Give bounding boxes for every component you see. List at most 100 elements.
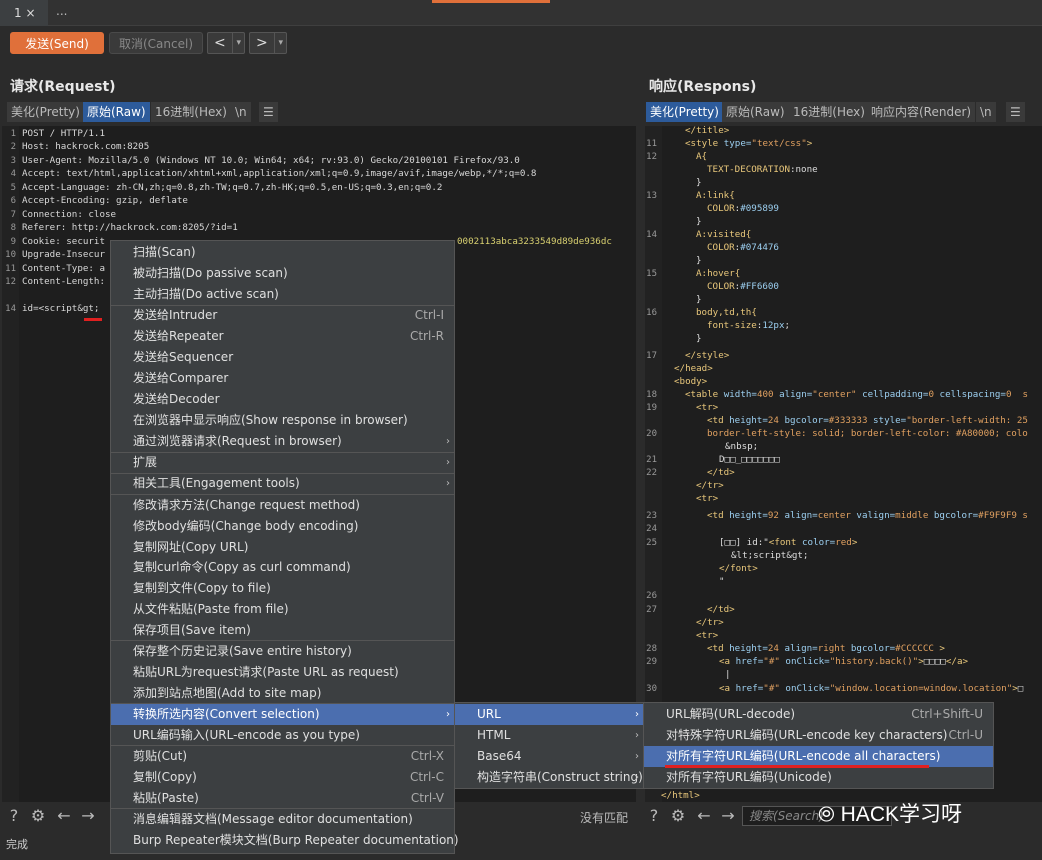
menu-item-label: 对特殊字符URL编码(URL-encode key characters): [666, 728, 948, 742]
menu-item[interactable]: 保存整个历史记录(Save entire history): [111, 641, 454, 662]
request-line: Content-Length:: [22, 276, 105, 287]
menu-item[interactable]: 在浏览器中显示响应(Show response in browser): [111, 410, 454, 431]
arrow-right-icon[interactable]: →: [718, 806, 738, 826]
menu-item[interactable]: 被动扫描(Do passive scan): [111, 263, 454, 284]
forward-button[interactable]: > ▾: [249, 32, 287, 54]
menu-item-label: 转换所选内容(Convert selection): [133, 707, 320, 721]
line-number: 5: [10, 183, 16, 193]
submenu-item-url[interactable]: URL ›: [455, 704, 643, 725]
menu-item[interactable]: Burp Repeater模块文档(Burp Repeater document…: [111, 830, 459, 851]
submenu-item-html[interactable]: HTML ›: [455, 725, 643, 746]
request-line: Content-Type: a: [22, 263, 105, 274]
menu-item[interactable]: 粘贴URL为request请求(Paste URL as request): [111, 662, 454, 683]
line-number: 12: [5, 277, 16, 287]
menu-item[interactable]: 扫描(Scan): [111, 242, 454, 263]
tab-pretty[interactable]: 美化(Pretty): [646, 102, 723, 122]
menu-item[interactable]: 修改body编码(Change body encoding): [111, 516, 454, 537]
context-menu: 扫描(Scan) 被动扫描(Do passive scan) 主动扫描(Do a…: [110, 240, 459, 854]
tab-raw[interactable]: 原始(Raw): [722, 102, 789, 122]
menu-item[interactable]: 发送给Comparer: [111, 368, 454, 389]
wechat-icon: ⦾: [818, 803, 841, 826]
arrow-right-icon[interactable]: →: [78, 806, 98, 826]
red-underline: [665, 765, 929, 768]
submenu-item-url-encode-unicode[interactable]: 对所有字符URL编码(Unicode): [644, 767, 993, 788]
watermark-text: HACK学习呀: [840, 803, 962, 826]
menu-item[interactable]: 复制网址(Copy URL): [111, 537, 454, 558]
tab-more[interactable]: ...: [56, 4, 67, 18]
tab-hex[interactable]: 16进制(Hex): [789, 102, 869, 122]
request-line: POST / HTTP/1.1: [22, 128, 105, 139]
line-number: 9: [10, 237, 16, 247]
menu-item[interactable]: 相关工具(Engagement tools) ›: [111, 473, 454, 494]
request-body: id=<script&gt;: [22, 303, 100, 314]
send-button[interactable]: 发送(Send): [10, 32, 104, 54]
menu-icon[interactable]: ☰: [1006, 102, 1025, 122]
line-number: 10: [5, 250, 16, 260]
chevron-right-icon: ›: [635, 751, 639, 762]
line-number: 3: [10, 156, 16, 166]
menu-item-label: 复制(Copy): [133, 770, 197, 784]
menu-item[interactable]: 消息编辑器文档(Message editor documentation): [111, 809, 454, 830]
menu-item[interactable]: 主动扫描(Do active scan): [111, 284, 454, 305]
help-icon[interactable]: ?: [4, 806, 24, 826]
submenu-item-url-encode-all[interactable]: 对所有字符URL编码(URL-encode all characters): [644, 746, 993, 767]
menu-item[interactable]: 发送给Repeater Ctrl-R: [111, 326, 454, 347]
match-count: 没有匹配: [580, 811, 629, 825]
menu-item[interactable]: URL编码输入(URL-encode as you type): [111, 725, 454, 746]
menu-item[interactable]: 修改请求方法(Change request method): [111, 495, 454, 516]
red-underline: [84, 318, 102, 321]
tab-newline[interactable]: \n: [231, 102, 251, 122]
menu-item[interactable]: 通过浏览器请求(Request in browser) ›: [111, 431, 454, 452]
response-title: 响应(Respons): [649, 79, 757, 95]
menu-item-label: Base64: [477, 749, 522, 763]
tab-pretty[interactable]: 美化(Pretty): [7, 102, 84, 122]
tab-hex[interactable]: 16进制(Hex): [151, 102, 231, 122]
menu-shortcut: Ctrl-X: [410, 749, 444, 763]
submenu-item-base64[interactable]: Base64 ›: [455, 746, 643, 767]
help-icon[interactable]: ?: [644, 806, 664, 826]
arrow-left-icon[interactable]: ←: [54, 806, 74, 826]
response-viewer[interactable]: </title> 11 <style type="text/css"> 12 A{ …: [645, 125, 1042, 802]
menu-item-convert-selection[interactable]: 转换所选内容(Convert selection) ›: [111, 704, 454, 725]
gear-icon[interactable]: ⚙: [668, 806, 688, 826]
cookie-value: 0002113abca3233549d89de936dc: [457, 236, 612, 247]
chevron-down-icon[interactable]: ▾: [232, 33, 241, 53]
menu-item[interactable]: 粘贴(Paste) Ctrl-V: [111, 788, 454, 809]
chevron-right-icon: ›: [446, 478, 450, 489]
tab-1[interactable]: 1 ×: [0, 0, 48, 26]
pane-divider[interactable]: [637, 126, 644, 802]
menu-item[interactable]: 发送给Sequencer: [111, 347, 454, 368]
menu-item[interactable]: 保存项目(Save item): [111, 620, 454, 641]
submenu-item-url-decode[interactable]: URL解码(URL-decode) Ctrl+Shift-U: [644, 704, 993, 725]
submenu-item-url-encode-key[interactable]: 对特殊字符URL编码(URL-encode key characters) Ctr…: [644, 725, 993, 746]
status-text: 完成: [6, 838, 28, 851]
menu-shortcut: Ctrl+Shift-U: [911, 707, 983, 721]
cancel-button[interactable]: 取消(Cancel): [109, 32, 203, 54]
menu-item[interactable]: 从文件粘贴(Paste from file): [111, 599, 454, 620]
menu-item[interactable]: 发送给Decoder: [111, 389, 454, 410]
menu-item[interactable]: 剪贴(Cut) Ctrl-X: [111, 746, 454, 767]
tab-raw[interactable]: 原始(Raw): [83, 102, 150, 122]
menu-item[interactable]: 添加到站点地图(Add to site map): [111, 683, 454, 704]
tab-render[interactable]: 响应内容(Render): [867, 102, 976, 122]
menu-icon[interactable]: ☰: [259, 102, 278, 122]
tab-newline[interactable]: \n: [976, 102, 996, 122]
submenu-item-construct-string[interactable]: 构造字符串(Construct string) ›: [455, 767, 643, 788]
url-submenu: URL解码(URL-decode) Ctrl+Shift-U 对特殊字符URL编码…: [643, 702, 994, 789]
back-button[interactable]: < ▾: [207, 32, 245, 54]
request-line: Host: hackrock.com:8205: [22, 141, 150, 152]
menu-item[interactable]: 复制(Copy) Ctrl-C: [111, 767, 454, 788]
menu-item[interactable]: 扩展 ›: [111, 452, 454, 473]
request-line: Referer: http://hackrock.com:8205/?id=1: [22, 222, 238, 233]
menu-item-label: URL: [477, 707, 501, 721]
menu-shortcut: Ctrl-U: [948, 728, 983, 742]
gear-icon[interactable]: ⚙: [28, 806, 48, 826]
menu-item[interactable]: 复制到文件(Copy to file): [111, 578, 454, 599]
arrow-left-icon[interactable]: ←: [694, 806, 714, 826]
chevron-down-icon[interactable]: ▾: [274, 33, 283, 53]
line-number: 4: [10, 169, 16, 179]
menu-item[interactable]: 复制curl命令(Copy as curl command): [111, 557, 454, 578]
menu-item-label: 构造字符串(Construct string): [477, 770, 643, 784]
menu-item[interactable]: 发送给Intruder Ctrl-I: [111, 305, 454, 326]
chevron-right-icon: ›: [635, 709, 639, 720]
